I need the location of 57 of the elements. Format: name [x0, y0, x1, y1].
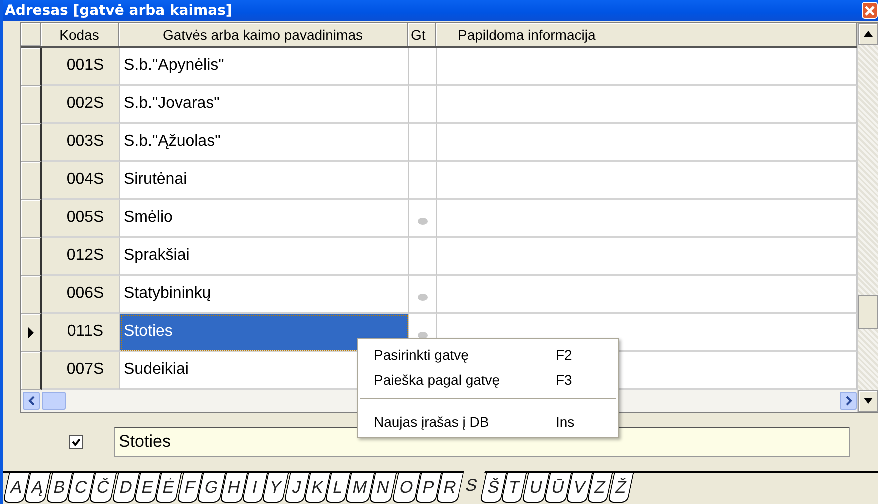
menu-item-label: Paieška pagal gatvę [374, 372, 502, 388]
column-header[interactable]: Gt [408, 23, 436, 46]
row-indicator[interactable] [21, 352, 42, 390]
row-indicator[interactable] [21, 86, 42, 124]
marker-dot [418, 332, 428, 338]
table-cell: 004S [42, 162, 120, 200]
current-row-icon [26, 326, 34, 340]
scroll-left-button[interactable] [23, 392, 40, 410]
table-cell: 012S [42, 238, 120, 276]
table-cell: S.b."Ąžuolas" [120, 124, 409, 162]
scroll-right-button[interactable] [840, 392, 857, 410]
vertical-scrollbar[interactable] [857, 23, 878, 412]
marker-dot [418, 294, 428, 300]
row-indicator[interactable] [21, 162, 42, 200]
table-cell: 005S [42, 200, 120, 238]
table-cell: S.b."Apynėlis" [120, 48, 409, 86]
letter-tab[interactable]: Ž [608, 473, 634, 503]
shortcut-label: F2 [556, 346, 572, 362]
row-indicator[interactable] [21, 124, 42, 162]
row-indicator[interactable] [21, 276, 42, 314]
table-cell: 011S [42, 314, 120, 352]
table-cell: 006S [42, 276, 120, 314]
scroll-up-button[interactable] [858, 23, 878, 45]
window-title: Adresas [gatvė arba kaimas] [5, 2, 232, 18]
row-indicator[interactable] [21, 238, 42, 276]
row-indicator[interactable] [21, 200, 42, 238]
marker-dot [418, 218, 428, 224]
shortcut-label: Ins [556, 414, 575, 430]
table-cell: Smėlio [120, 200, 409, 238]
table-cell: 003S [42, 124, 120, 162]
column-header[interactable]: Papildoma informacija [436, 23, 857, 46]
letter-tab[interactable]: A [3, 473, 31, 503]
table-cell: 001S [42, 48, 120, 86]
scroll-down-button[interactable] [858, 390, 878, 412]
row-indicator[interactable] [21, 314, 42, 352]
checkmark-icon [72, 438, 80, 446]
column-header[interactable]: Kodas [41, 23, 119, 46]
column-header[interactable]: Gatvės arba kaimo pavadinimas [119, 23, 408, 46]
scroll-thumb[interactable] [858, 295, 878, 329]
row-indicator[interactable] [21, 48, 42, 86]
table-cell: 007S [42, 352, 120, 390]
down-triangle-icon [864, 398, 872, 404]
table-cell: Sirutėnai [120, 162, 409, 200]
checkbox[interactable] [69, 435, 83, 449]
menu-item-label: Naujas įrašas į DB [374, 414, 490, 430]
close-button[interactable] [862, 2, 878, 19]
up-triangle-icon [864, 31, 872, 37]
table-cell: Sprakšiai [120, 238, 409, 276]
menu-item[interactable]: Paieška pagal gatvę F3 [358, 367, 618, 392]
table-cell: 002S [42, 86, 120, 124]
left-chevron-icon [28, 396, 36, 406]
right-chevron-icon [844, 396, 852, 406]
table-cell: S.b."Jovaras" [120, 86, 409, 124]
table-cell: Statybininkų [120, 276, 409, 314]
close-icon [864, 4, 876, 16]
scroll-thumb[interactable] [42, 392, 66, 410]
shortcut-label: F3 [556, 372, 572, 388]
